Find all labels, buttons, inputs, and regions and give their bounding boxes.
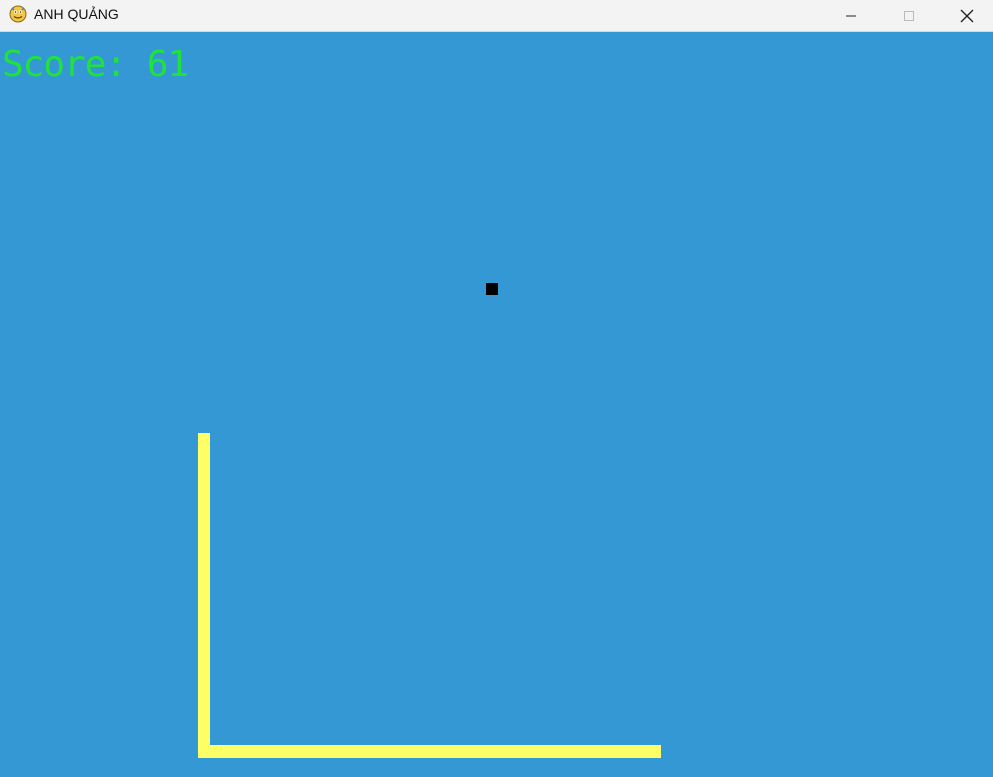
snake-body-horizontal: [198, 745, 661, 758]
minimize-icon: [846, 15, 856, 16]
close-button[interactable]: [944, 0, 990, 31]
game-window: ANH QUẢNG Score: 61: [0, 0, 993, 777]
python-snake-icon: [9, 5, 27, 23]
maximize-icon: [904, 10, 914, 21]
close-icon: [960, 9, 974, 22]
maximize-button[interactable]: [886, 0, 932, 31]
minimize-button[interactable]: [828, 0, 874, 31]
score-display: Score: 61: [2, 44, 189, 85]
food-pellet: [486, 283, 498, 295]
window-title: ANH QUẢNG: [34, 6, 119, 22]
game-canvas[interactable]: Score: 61: [0, 32, 993, 777]
title-bar[interactable]: ANH QUẢNG: [0, 0, 993, 32]
snake-body-vertical: [198, 433, 210, 758]
